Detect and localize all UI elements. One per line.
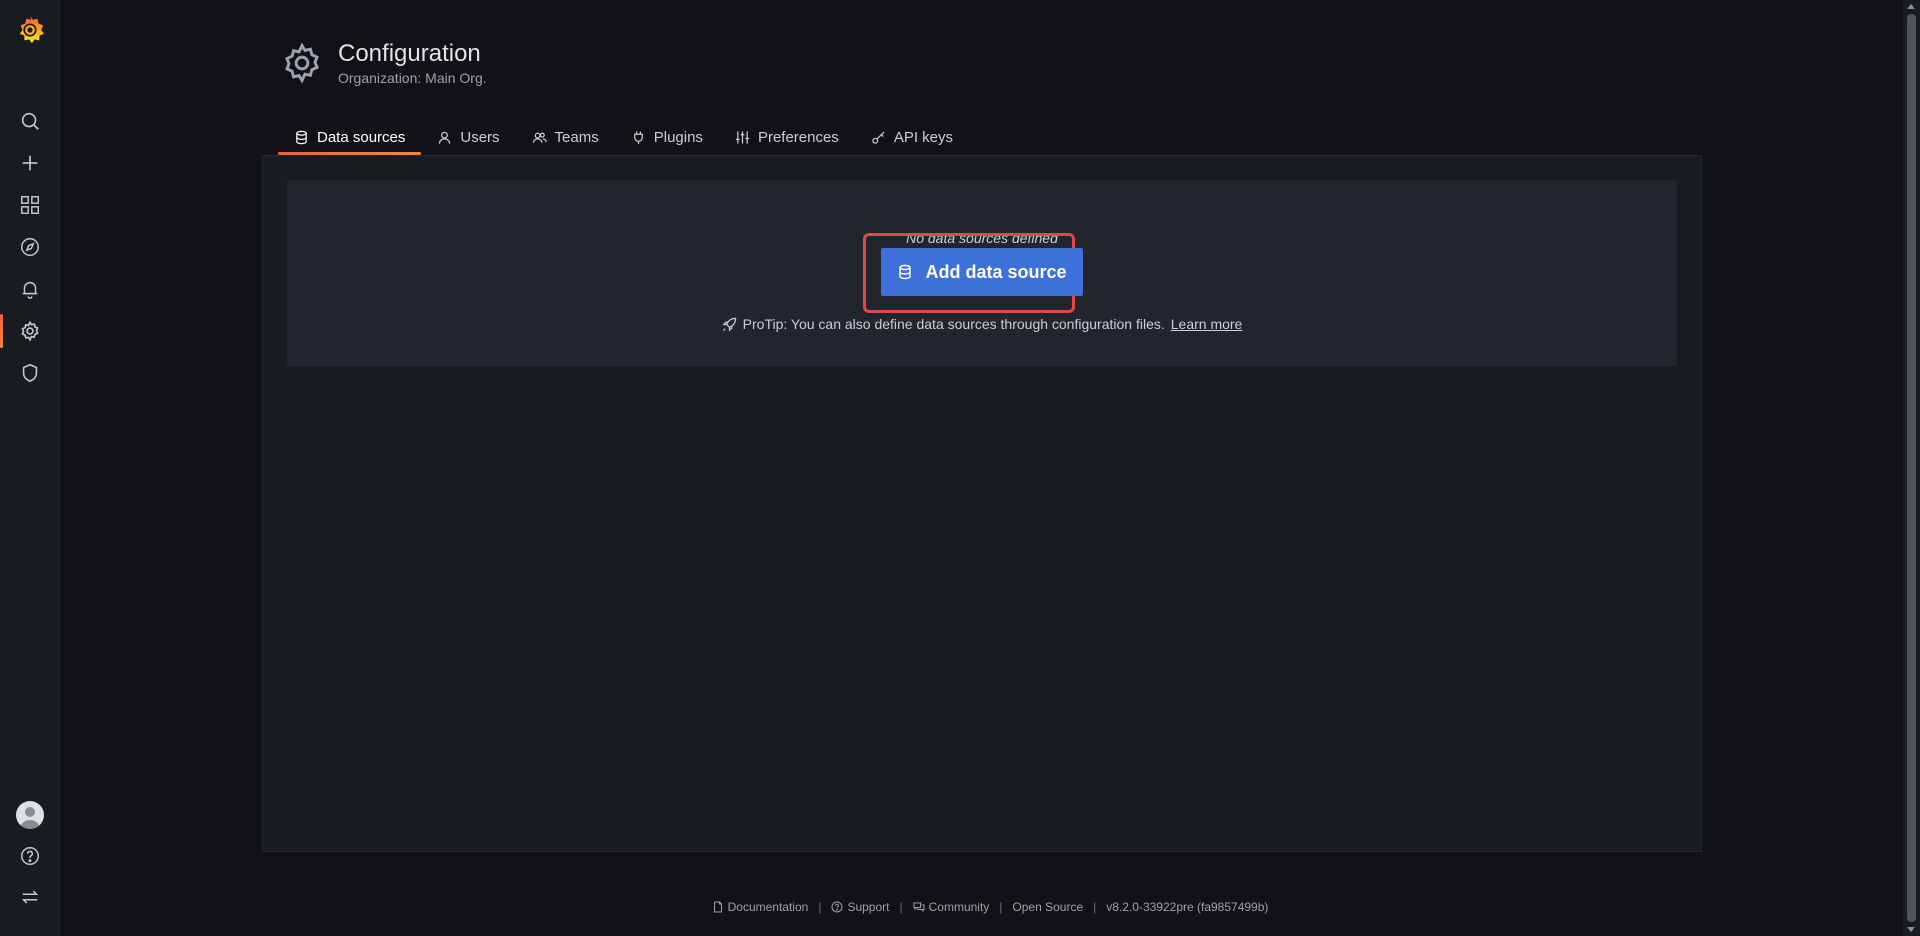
footer-support-label: Support [847, 900, 890, 914]
key-icon [872, 130, 885, 144]
empty-list-cta: No data sources defined Add data source … [287, 180, 1677, 366]
learn-more-link[interactable]: Learn more [1171, 316, 1243, 332]
footer-separator: | [999, 900, 1003, 914]
page-title: Configuration [338, 40, 481, 67]
grafana-logo[interactable] [15, 14, 45, 46]
rocket-icon [722, 317, 736, 331]
footer-version[interactable]: v8.2.0-33922pre (fa9857499b) [1106, 900, 1268, 914]
sliders-icon [735, 130, 749, 144]
footer-documentation-link[interactable]: Documentation [712, 900, 809, 914]
user-icon [439, 131, 451, 144]
configuration-icon[interactable] [0, 310, 60, 352]
tab-label: Preferences [757, 128, 839, 146]
footer-separator: | [899, 900, 903, 914]
footer-open-source-link[interactable]: Open Source [1012, 900, 1083, 914]
page-scrollbar[interactable] [1903, 0, 1920, 936]
document-icon [713, 901, 722, 913]
tab-data-sources[interactable]: Data sources [278, 120, 422, 155]
tab-label: Teams [554, 128, 599, 146]
database-icon [899, 264, 912, 280]
tab-label: Users [460, 128, 500, 146]
add-data-source-button[interactable]: Add data source [881, 248, 1083, 296]
page-subtitle: Organization: Main Org. [338, 70, 487, 86]
tab-plugins[interactable]: Plugins [615, 120, 719, 154]
tab-bar: Data sources Users Teams Plugins Prefere… [278, 120, 969, 155]
shield-icon[interactable] [0, 352, 60, 394]
users-icon [532, 132, 547, 143]
scrollbar-thumb[interactable] [1907, 14, 1916, 922]
tab-preferences[interactable]: Preferences [719, 120, 855, 154]
tab-teams[interactable]: Teams [516, 120, 615, 154]
footer-documentation-label: Documentation [727, 900, 809, 914]
avatar[interactable] [16, 801, 44, 829]
plus-icon[interactable] [0, 142, 60, 184]
footer-community-label: Community [928, 900, 990, 914]
footer-open-source-label: Open Source [1012, 900, 1084, 914]
footer-community-link[interactable]: Community [913, 900, 990, 914]
footer-version-label: v8.2.0-33922pre (fa9857499b) [1106, 900, 1269, 914]
search-icon[interactable] [0, 100, 60, 142]
tab-label: Data sources [317, 128, 406, 146]
scroll-up-arrow[interactable] [1907, 4, 1915, 9]
database-icon [296, 130, 307, 144]
footer-separator: | [818, 900, 822, 914]
footer-separator: | [1093, 900, 1097, 914]
content-panel: No data sources defined Add data source … [262, 155, 1702, 852]
comments-icon [913, 902, 925, 913]
footer: Documentation | Support | Community | Op… [0, 900, 1920, 914]
help-icon[interactable] [0, 835, 60, 877]
tab-users[interactable]: Users [421, 120, 515, 154]
plug-icon [633, 130, 643, 144]
question-circle-icon [831, 901, 843, 913]
sidemenu [0, 0, 60, 936]
add-data-source-label: Add data source [925, 261, 1067, 282]
gear-icon [280, 41, 324, 85]
footer-support-link[interactable]: Support [831, 900, 889, 914]
dashboards-icon[interactable] [0, 184, 60, 226]
tab-api-keys[interactable]: API keys [855, 120, 969, 154]
explore-icon[interactable] [0, 226, 60, 268]
alerting-icon[interactable] [0, 268, 60, 310]
tab-label: API keys [893, 128, 953, 146]
protip: ProTip: You can also define data sources… [287, 316, 1677, 332]
page-header: Configuration Organization: Main Org. [280, 38, 487, 88]
scroll-down-arrow[interactable] [1907, 927, 1915, 932]
protip-text: ProTip: You can also define data sources… [742, 316, 1165, 332]
tab-label: Plugins [653, 128, 703, 146]
